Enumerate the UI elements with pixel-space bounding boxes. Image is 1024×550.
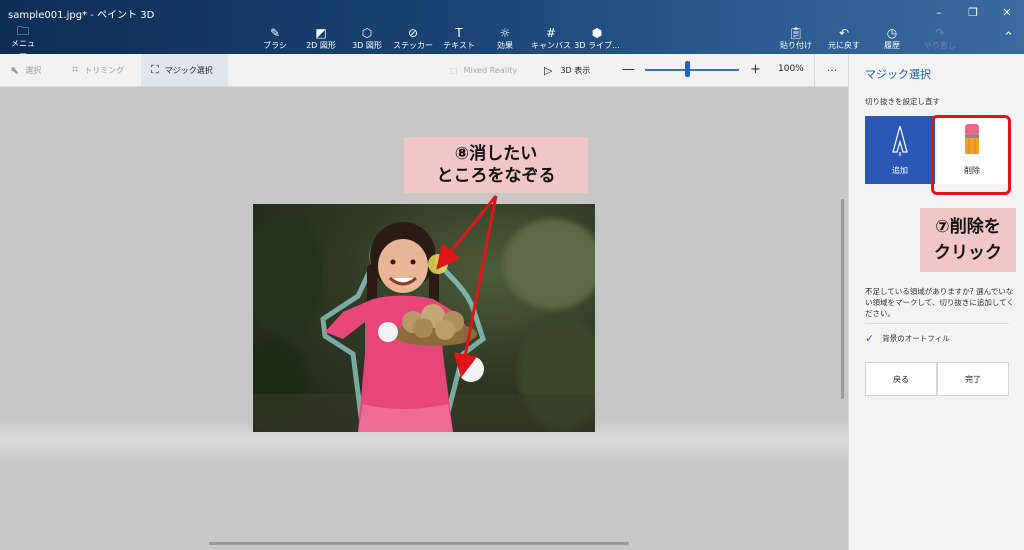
cube-icon: ⬡ (361, 26, 373, 40)
history-icon: ◷ (886, 26, 898, 40)
photo-drawing (253, 214, 595, 432)
tool-3d-library-label: 3D ライブ... (574, 41, 620, 50)
redo-icon: ↷ (934, 26, 946, 40)
tool-3d-shapes[interactable]: ⬡ 3D 図形 (344, 26, 390, 51)
collapse-ribbon-icon[interactable]: ⌃ (1003, 30, 1014, 45)
tool-canvas[interactable]: # キャンバス (528, 26, 574, 51)
maximize-button[interactable]: ❐ (956, 0, 990, 24)
tool-stickers-label: ステッカー (393, 41, 433, 50)
tool-3d-shapes-label: 3D 図形 (352, 41, 382, 50)
back-button[interactable]: 戻る (865, 362, 937, 396)
add-label: 追加 (892, 166, 908, 175)
more-options-button[interactable]: ··· (814, 54, 849, 86)
annotation-step8-line2: ところをなぞる (436, 166, 556, 186)
tool-text-label: テキスト (443, 41, 475, 50)
undo-icon: ↶ (838, 26, 850, 40)
mixed-reality-icon: ⬚ (450, 65, 458, 75)
tool-brush-label: ブラシ (263, 41, 287, 50)
mixed-reality-label: Mixed Reality (463, 65, 518, 75)
paste-label: 貼り付け (780, 41, 812, 50)
autofill-checkbox[interactable]: ✓ 背景のオートフィル (865, 332, 950, 345)
main-tools: ✎ ブラシ ◩ 2D 図形 ⬡ 3D 図形 ⊘ ステッカー T テキスト ☼ 効果 # キャン… (252, 26, 620, 51)
tool-stickers[interactable]: ⊘ ステッカー (390, 26, 436, 51)
view-3d-button[interactable]: ▷ 3D 表示 (544, 54, 590, 86)
add-button[interactable]: 追加 (865, 116, 935, 184)
canvas-icon: # (545, 26, 557, 40)
magic-select-icon: ⛶ (151, 63, 159, 76)
tool-effects[interactable]: ☼ 効果 (482, 26, 528, 51)
crop-icon: ⌗ (72, 63, 79, 76)
tool-effects-label: 効果 (497, 41, 513, 50)
selection-toolbar: ⬉ 選択 ⌗ トリミング ⛶ マジック選択 ⬚ Mixed Reality ▷ 3D 表示… (0, 54, 848, 87)
paste-icon: 📋︎ (788, 26, 804, 40)
zoom-level: 100% (778, 64, 804, 74)
annotation-step8-line1: ⑧消したい (454, 144, 538, 164)
edit-tools: 📋︎ 貼り付け ↶ 元に戻す ◷ 履歴 ↷ やり直し (772, 26, 964, 51)
panel-divider (865, 323, 1009, 324)
effects-icon: ☼ (499, 26, 511, 40)
sticker-icon: ⊘ (407, 26, 419, 40)
panel-description: 不足している領域がありますか? 選んでいない領域をマークして、切り抜きに追加して… (865, 287, 1014, 318)
history-label: 履歴 (884, 41, 900, 50)
annotation-step7-line2: クリック (934, 243, 1002, 263)
view-3d-icon: ▷ (544, 63, 553, 77)
done-button[interactable]: 完了 (937, 362, 1009, 396)
vertical-scrollbar[interactable] (841, 199, 844, 399)
window-controls: – ❐ ✕ (922, 0, 1024, 24)
autofill-label: 背景のオートフィル (882, 334, 950, 343)
redo-button[interactable]: ↷ やり直し (916, 26, 964, 51)
minimize-button[interactable]: – (922, 0, 956, 24)
zoom-slider-thumb[interactable] (684, 61, 690, 77)
horizontal-scrollbar[interactable] (209, 542, 629, 545)
text-icon: T (455, 26, 463, 40)
tool-3d-library[interactable]: ⬢ 3D ライブ... (574, 26, 620, 51)
close-button[interactable]: ✕ (990, 0, 1024, 24)
brush-icon: ✎ (269, 26, 281, 40)
panel-subtitle: 切り抜きを設定し直す (865, 97, 940, 106)
pen-add-icon (892, 126, 908, 156)
remove-button-highlight (931, 115, 1011, 195)
paste-button[interactable]: 📋︎ 貼り付け (772, 26, 820, 51)
tool-brush[interactable]: ✎ ブラシ (252, 26, 298, 51)
undo-button[interactable]: ↶ 元に戻す (820, 26, 868, 51)
zoom-in-button[interactable]: + (750, 62, 761, 77)
tool-2d-shapes[interactable]: ◩ 2D 図形 (298, 26, 344, 51)
mixed-reality-button[interactable]: ⬚ Mixed Reality (450, 54, 517, 86)
annotation-step8: ⑧消したい ところをなぞる (404, 137, 588, 193)
magic-select-button[interactable]: ⛶ マジック選択 (141, 54, 228, 86)
view-3d-label: 3D 表示 (560, 65, 591, 75)
crop-button[interactable]: ⌗ トリミング (72, 54, 124, 86)
undo-label: 元に戻す (828, 41, 860, 50)
select-button[interactable]: ⬉ 選択 (10, 54, 41, 86)
tool-text[interactable]: T テキスト (436, 26, 482, 51)
tool-2d-shapes-label: 2D 図形 (306, 41, 336, 50)
canvas-image[interactable] (253, 204, 595, 432)
select-label: 選択 (25, 65, 42, 75)
crop-label: トリミング (84, 65, 125, 75)
zoom-out-button[interactable]: — (622, 62, 635, 77)
panel-title: マジック選択 (865, 68, 931, 81)
3d-library-icon: ⬢ (591, 26, 603, 40)
folder-icon: 🗀 (16, 24, 29, 38)
annotation-step7-line1: ⑦削除を (935, 217, 1001, 237)
window-title: sample001.jpg* - ペイント 3D (8, 10, 155, 21)
annotation-step7: ⑦削除を クリック (920, 208, 1016, 272)
redo-label: やり直し (924, 41, 956, 50)
magic-select-label: マジック選択 (164, 65, 213, 75)
cursor-icon: ⬉ (10, 63, 20, 77)
tool-canvas-label: キャンバス (531, 41, 571, 50)
checkmark-icon: ✓ (865, 332, 875, 345)
2d-shapes-icon: ◩ (315, 26, 327, 40)
title-bar: sample001.jpg* - ペイント 3D – ❐ ✕ 🗀 メニュー ✎ブ… (0, 0, 1024, 59)
zoom-slider[interactable] (645, 69, 739, 71)
history-button[interactable]: ◷ 履歴 (868, 26, 916, 51)
